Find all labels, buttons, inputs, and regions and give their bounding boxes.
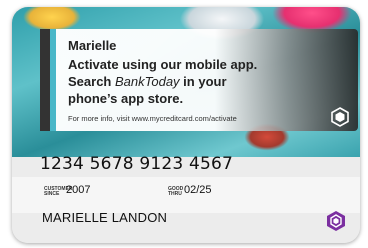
customer-since-value: 2007 [66, 184, 91, 196]
banner-dark-bar [40, 29, 50, 131]
activation-line-2-prefix: Search [68, 74, 115, 89]
cardholder-first-name: Marielle [68, 38, 117, 53]
activation-line-3: phone’s app store. [68, 91, 184, 106]
good-thru-value: 02/25 [184, 184, 212, 196]
good-thru-label: GOOD THRU [168, 186, 184, 197]
credit-card: Marielle Activate using our mobile app. … [12, 7, 360, 243]
banner-accent-bar [50, 29, 56, 131]
app-name: BankToday [114, 74, 180, 89]
more-info-text: For more info, visit www.mycreditcard.co… [68, 114, 237, 123]
activation-line-2-suffix: in your [179, 74, 227, 89]
activation-message: Activate using our mobile app. Search Ba… [68, 56, 318, 107]
cardholder-name: MARIELLE LANDON [42, 210, 168, 225]
bank-logo-icon [331, 107, 349, 127]
activation-line-1: Activate using our mobile app. [68, 57, 258, 72]
card-number: 1234 5678 9123 4567 [40, 154, 234, 174]
card-network-logo-icon [327, 211, 345, 231]
activation-banner[interactable]: Marielle Activate using our mobile app. … [40, 29, 358, 131]
